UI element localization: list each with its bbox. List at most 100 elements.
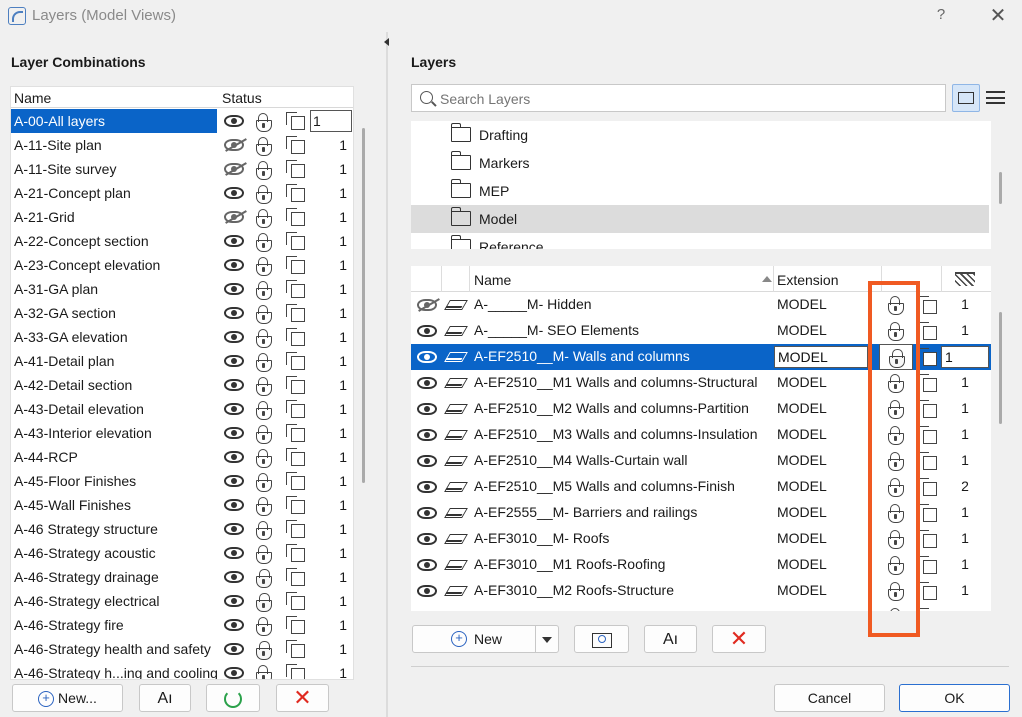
lock-open-icon[interactable] [256,497,272,516]
lock-open-icon[interactable] [256,329,272,348]
eye-icon[interactable] [417,325,437,337]
folder-item[interactable]: Drafting [411,121,989,149]
sheet-icon[interactable] [918,426,937,444]
rename-layer-button[interactable]: Aı [644,625,697,653]
lock-open-icon[interactable] [256,137,272,156]
eye-icon[interactable] [224,355,244,367]
combination-row[interactable]: A-46-Strategy health and safety 1 [11,637,353,661]
sheet-icon[interactable] [286,496,305,514]
lock-open-icon[interactable] [256,521,272,540]
layer-count[interactable]: 1 [941,346,989,368]
sheet-icon[interactable] [286,664,305,679]
combination-row[interactable]: A-32-GA section 1 [11,301,353,325]
eye-icon[interactable] [224,523,244,535]
sheet-icon[interactable] [286,400,305,418]
eye-icon[interactable] [224,475,244,487]
sheet-icon[interactable] [286,376,305,394]
column-extension-header[interactable]: Extension [777,272,838,288]
combination-row[interactable]: A-11-Site survey 1 [11,157,353,181]
sheet-icon[interactable] [918,322,937,340]
eye-icon[interactable] [224,499,244,511]
lock-open-icon[interactable] [256,449,272,468]
folder-item[interactable]: MEP [411,177,989,205]
column-name-header[interactable]: Name [14,90,51,106]
new-folder-button[interactable] [574,625,629,653]
pane-divider[interactable] [386,32,388,717]
cancel-button[interactable]: Cancel [774,684,885,712]
sheet-icon[interactable] [918,452,937,470]
sheet-icon[interactable] [286,568,305,586]
combination-row[interactable]: A-00-All layers 1 [11,109,353,133]
combination-row[interactable]: A-45-Floor Finishes 1 [11,469,353,493]
folder-tree[interactable]: Drafting Markers MEP Model Reference [411,121,991,249]
combination-row[interactable]: A-23-Concept elevation 1 [11,253,353,277]
lock-open-icon[interactable] [256,257,272,276]
eye-icon[interactable] [417,533,437,545]
sheet-icon[interactable] [286,304,305,322]
sheet-icon[interactable] [286,352,305,370]
lock-open-icon[interactable] [256,473,272,492]
lock-open-icon[interactable] [256,353,272,372]
layers-scrollbar[interactable] [999,312,1002,424]
lock-closed-icon[interactable] [256,569,272,588]
folder-item[interactable]: Model [411,205,989,233]
sheet-icon[interactable] [918,530,937,548]
sheet-icon[interactable] [918,582,937,600]
sheet-icon[interactable] [918,296,937,314]
eye-icon[interactable] [224,187,244,199]
lock-open-icon[interactable] [256,305,272,324]
rename-combination-button[interactable]: Aı [139,684,191,712]
sheet-icon[interactable] [286,112,305,130]
combination-count[interactable]: 1 [310,110,352,132]
sheet-icon[interactable] [286,328,305,346]
combination-row[interactable]: A-33-GA elevation 1 [11,325,353,349]
eye-icon[interactable] [417,403,437,415]
eye-icon[interactable] [417,507,437,519]
list-view-button[interactable] [986,88,1006,108]
combination-row[interactable]: A-41-Detail plan 1 [11,349,353,373]
lock-open-icon[interactable] [256,377,272,396]
eye-icon[interactable] [224,595,244,607]
sheet-icon[interactable] [286,184,305,202]
lock-open-icon[interactable] [256,617,272,636]
eye-hidden-icon[interactable] [417,299,437,311]
folder-item[interactable]: Markers [411,149,989,177]
combination-row[interactable]: A-46-Strategy drainage 1 [11,565,353,589]
column-name-header[interactable]: Name [474,272,511,288]
combination-row[interactable]: A-46-Strategy electrical 1 [11,589,353,613]
eye-icon[interactable] [224,307,244,319]
eye-hidden-icon[interactable] [224,163,244,175]
eye-icon[interactable] [224,571,244,583]
eye-icon[interactable] [417,481,437,493]
sheet-icon[interactable] [286,448,305,466]
ok-button[interactable]: OK [899,684,1010,712]
lock-open-icon[interactable] [256,161,272,180]
new-layer-button[interactable]: + New [412,625,559,653]
help-button[interactable]: ? [931,6,951,26]
new-combination-button[interactable]: + New... [12,684,123,712]
sheet-icon[interactable] [918,348,937,366]
eye-hidden-icon[interactable] [224,139,244,151]
eye-hidden-icon[interactable] [224,211,244,223]
lock-open-icon[interactable] [256,233,272,252]
delete-combination-button[interactable]: ✕ [276,684,329,712]
eye-icon[interactable] [224,331,244,343]
combination-row[interactable]: A-22-Concept section 1 [11,229,353,253]
sheet-icon[interactable] [286,160,305,178]
combination-row[interactable]: A-42-Detail section 1 [11,373,353,397]
lock-open-icon[interactable] [256,401,272,420]
update-combination-button[interactable] [206,684,260,712]
lock-open-icon[interactable] [256,545,272,564]
sheet-icon[interactable] [918,374,937,392]
eye-icon[interactable] [417,429,437,441]
combination-row[interactable]: A-43-Detail elevation 1 [11,397,353,421]
lock-open-icon[interactable] [256,185,272,204]
lock-open-icon[interactable] [256,665,272,679]
eye-icon[interactable] [224,619,244,631]
sheet-icon[interactable] [286,424,305,442]
combination-row[interactable]: A-43-Interior elevation 1 [11,421,353,445]
sheet-icon[interactable] [918,478,937,496]
folder-view-button[interactable] [952,84,980,112]
eye-icon[interactable] [224,667,244,679]
eye-icon[interactable] [224,379,244,391]
